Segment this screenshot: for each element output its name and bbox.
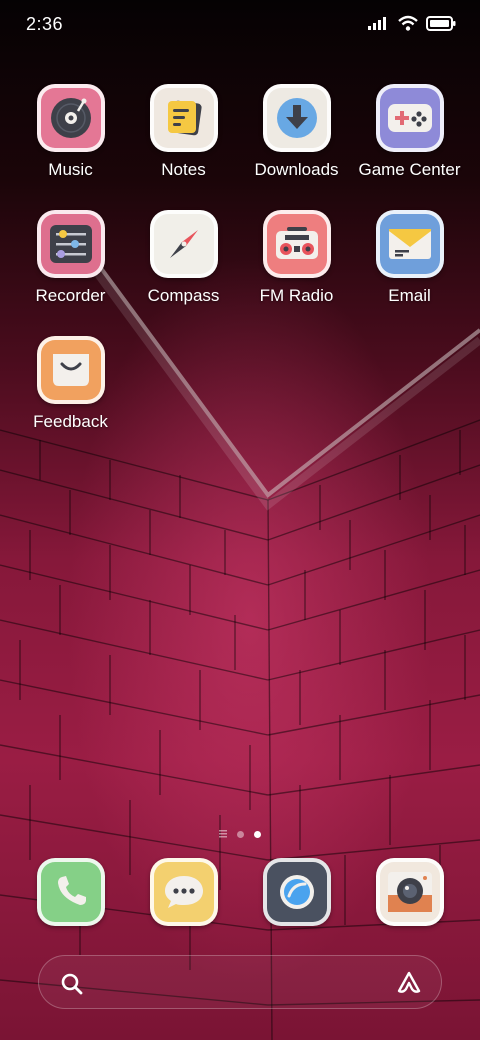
dock-browser[interactable] — [240, 858, 353, 926]
dock-phone[interactable] — [14, 858, 127, 926]
camera-icon — [375, 858, 444, 926]
page-dot[interactable] — [237, 830, 244, 838]
status-bar: 2:36 — [0, 0, 480, 50]
signal-icon — [368, 17, 386, 30]
status-icons — [368, 15, 456, 31]
compass-icon — [149, 210, 218, 278]
app-compass[interactable]: Compass — [127, 210, 240, 306]
app-label: Recorder — [35, 286, 106, 305]
status-time: 2:36 — [26, 14, 64, 34]
wifi-icon — [398, 15, 418, 31]
assistant-icon[interactable] — [395, 970, 423, 996]
app-notes[interactable]: Notes — [127, 84, 240, 180]
app-label: Music — [48, 160, 93, 179]
battery-icon — [426, 15, 456, 31]
app-label: Feedback — [33, 412, 108, 431]
app-feedback[interactable]: Feedback — [14, 336, 127, 432]
dock-messages[interactable] — [127, 858, 240, 926]
app-recorder[interactable]: Recorder — [14, 210, 127, 306]
dock-camera[interactable] — [353, 858, 466, 926]
gamepad-icon — [375, 84, 444, 152]
downloads-icon — [262, 84, 331, 152]
envelope-icon — [375, 210, 444, 278]
music-icon — [36, 84, 105, 152]
list-icon — [219, 830, 227, 838]
app-label: Downloads — [254, 160, 339, 179]
app-game-center[interactable]: Game Center — [353, 84, 466, 180]
phone-icon — [36, 858, 105, 926]
search-icon[interactable] — [60, 972, 84, 996]
page-indicator[interactable] — [0, 830, 480, 838]
browser-icon — [262, 858, 331, 926]
search-bar[interactable] — [38, 955, 442, 1009]
notes-icon — [149, 84, 218, 152]
shopping-bag-icon — [36, 336, 105, 404]
equalizer-icon — [36, 210, 105, 278]
app-email[interactable]: Email — [353, 210, 466, 306]
app-label: FM Radio — [259, 286, 334, 305]
app-fm-radio[interactable]: FM Radio — [240, 210, 353, 306]
app-label: Compass — [147, 286, 220, 305]
app-label: Email — [388, 286, 431, 305]
app-music[interactable]: Music — [14, 84, 127, 180]
radio-icon — [262, 210, 331, 278]
app-downloads[interactable]: Downloads — [240, 84, 353, 180]
app-label: Game Center — [358, 160, 461, 179]
app-label: Notes — [161, 160, 206, 179]
messages-icon — [149, 858, 218, 926]
page-dot-active[interactable] — [254, 830, 261, 838]
